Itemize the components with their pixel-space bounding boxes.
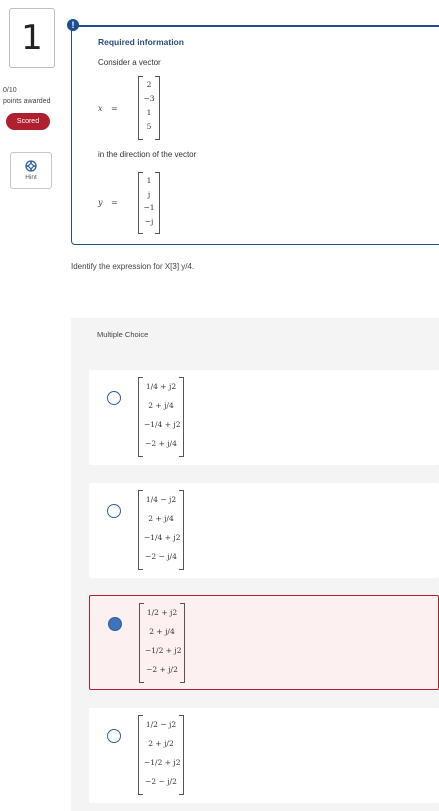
vector-entry: −j [144, 216, 154, 226]
choice-option[interactable]: 1/4 − j2 2 + j/4 −1/4 + j2 −2 − j/4 [89, 483, 439, 578]
answer-entry: 1/2 + j2 [146, 608, 178, 617]
points-value: 0/10 [3, 87, 17, 94]
answer-entry: 1/2 − j2 [145, 720, 177, 729]
x-vector: 2 −3 1 5 [138, 76, 160, 140]
answer-entry: 2 + j/4 [148, 514, 174, 523]
vector-entry: −1 [143, 203, 155, 212]
multiple-choice-title: Multiple Choice [97, 330, 149, 339]
y-vector: 1 j −1 −j [138, 172, 160, 234]
points-label: points awarded [3, 98, 51, 105]
choice-option[interactable]: 1/2 + j2 2 + j/4 −1/2 + j2 −2 + j/2 [89, 595, 439, 690]
answer-entry: −1/4 + j2 [144, 533, 181, 542]
vector-entry: 2 [146, 80, 152, 89]
exclamation-icon: ! [67, 19, 79, 31]
answer-entry: −1/4 + j2 [144, 420, 181, 429]
answer-entry: 2 + j/2 [148, 739, 174, 748]
hint-label: Hint [25, 174, 37, 181]
x-equals: = [111, 104, 118, 113]
answer-vector: 1/2 + j2 2 + j/4 −1/2 + j2 −2 + j/2 [139, 603, 185, 683]
radio-button[interactable] [107, 504, 121, 518]
info-title: Required information [98, 37, 184, 47]
answer-entry: 1/4 − j2 [145, 495, 177, 504]
answer-entry: −2 + j/4 [145, 439, 177, 448]
answer-entry: 2 + j/4 [148, 401, 174, 410]
points-awarded: 0/10 points awarded [3, 85, 67, 107]
radio-button-selected[interactable] [108, 617, 122, 631]
vector-entry: 1 [146, 176, 152, 185]
answer-entry: −2 + j/2 [146, 665, 178, 674]
answer-entry: 1/4 + j2 [145, 382, 177, 391]
radio-button[interactable] [107, 391, 121, 405]
vector-entry: j [147, 189, 151, 199]
y-equals: = [111, 198, 118, 207]
choice-option[interactable]: 1/2 − j2 2 + j/2 −1/2 + j2 −2 − j/2 [89, 708, 439, 803]
lifebuoy-icon [25, 160, 37, 172]
x-vector-label: x [98, 104, 103, 113]
question-number: 1 [9, 8, 55, 68]
vector-entry: 1 [146, 108, 152, 117]
answer-vector: 1/4 − j2 2 + j/4 −1/4 + j2 −2 − j/4 [138, 490, 184, 570]
hint-button[interactable]: Hint [10, 152, 52, 189]
vector-entry: 5 [146, 122, 152, 131]
choice-option[interactable]: 1/4 + j2 2 + j/4 −1/4 + j2 −2 + j/4 [89, 370, 439, 465]
required-info-panel: Required information Consider a vector x… [71, 25, 439, 245]
answer-entry: −1/2 + j2 [144, 758, 181, 767]
info-direction-text: in the direction of the vector [98, 150, 197, 159]
y-vector-label: y [98, 198, 103, 207]
answer-entry: −2 − j/4 [145, 552, 177, 561]
info-intro: Consider a vector [98, 58, 161, 67]
answer-entry: 2 + j/4 [149, 627, 175, 636]
answer-vector: 1/4 + j2 2 + j/4 −1/4 + j2 −2 + j/4 [138, 377, 184, 457]
scored-badge: Scored [6, 113, 50, 130]
question-prompt: Identify the expression for X[3] y/4. [71, 262, 195, 271]
vector-entry: −3 [143, 94, 155, 103]
answer-entry: −1/2 + j2 [145, 646, 182, 655]
answer-vector: 1/2 − j2 2 + j/2 −1/2 + j2 −2 − j/2 [138, 715, 184, 795]
multiple-choice-section: Multiple Choice 1/4 + j2 2 + j/4 −1/4 + j2… [71, 318, 439, 811]
answer-entry: −2 − j/2 [145, 777, 177, 786]
radio-button[interactable] [107, 729, 121, 743]
